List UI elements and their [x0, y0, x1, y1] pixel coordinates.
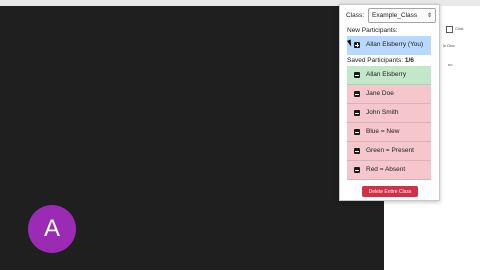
saved-participants-heading: Saved Participants: 1/6: [347, 57, 414, 64]
new-participant-name: Allan Elsberry (You): [366, 41, 424, 48]
saved-participant-row[interactable]: Jane Doe: [347, 85, 431, 104]
remove-participant-icon[interactable]: [354, 167, 360, 173]
saved-participant-name: Allan Elsberry: [366, 71, 407, 78]
new-participant-row[interactable]: Allan Elsberry (You): [347, 36, 431, 55]
saved-participant-name: Blue = New: [366, 128, 400, 135]
saved-participant-name: Jane Doe: [366, 90, 394, 97]
new-participants-heading: New Participants:: [347, 27, 398, 34]
remove-participant-icon[interactable]: [354, 148, 360, 154]
panel-text-1: le Disc: [443, 43, 456, 48]
class-label: Class:: [346, 12, 365, 19]
panel-text-2: eo: [448, 62, 453, 67]
saved-count: 1/6: [404, 57, 414, 64]
saved-participant-row[interactable]: Red = Absent: [347, 161, 431, 180]
class-select[interactable]: Example_Class ⇕: [368, 8, 436, 23]
participant-avatar[interactable]: A: [28, 205, 76, 253]
remove-participant-icon[interactable]: [354, 91, 360, 97]
saved-participant-row[interactable]: Blue = New: [347, 123, 431, 142]
meeting-video-area: A: [0, 6, 384, 270]
remove-participant-icon[interactable]: [354, 110, 360, 116]
delete-class-button[interactable]: Delete Entire Class: [362, 186, 418, 197]
chat-icon[interactable]: [446, 26, 453, 33]
remove-participant-icon[interactable]: [354, 129, 360, 135]
saved-heading-text: Saved Participants:: [347, 57, 404, 64]
saved-participant-name: Red = Absent: [366, 166, 406, 173]
saved-participant-name: John Smith: [366, 109, 399, 116]
attendance-popup: Class: Example_Class ⇕ New Participants:…: [339, 4, 440, 201]
select-arrows-icon: ⇕: [426, 13, 432, 19]
saved-participant-row[interactable]: Allan Elsberry: [347, 66, 431, 85]
saved-participant-row[interactable]: Green = Present: [347, 142, 431, 161]
saved-participant-name: Green = Present: [366, 147, 414, 154]
class-select-value: Example_Class: [372, 12, 418, 19]
saved-participant-row[interactable]: John Smith: [347, 104, 431, 123]
chat-label[interactable]: Chat: [455, 26, 463, 31]
remove-participant-icon[interactable]: [354, 72, 360, 78]
add-participant-icon[interactable]: [354, 42, 360, 48]
